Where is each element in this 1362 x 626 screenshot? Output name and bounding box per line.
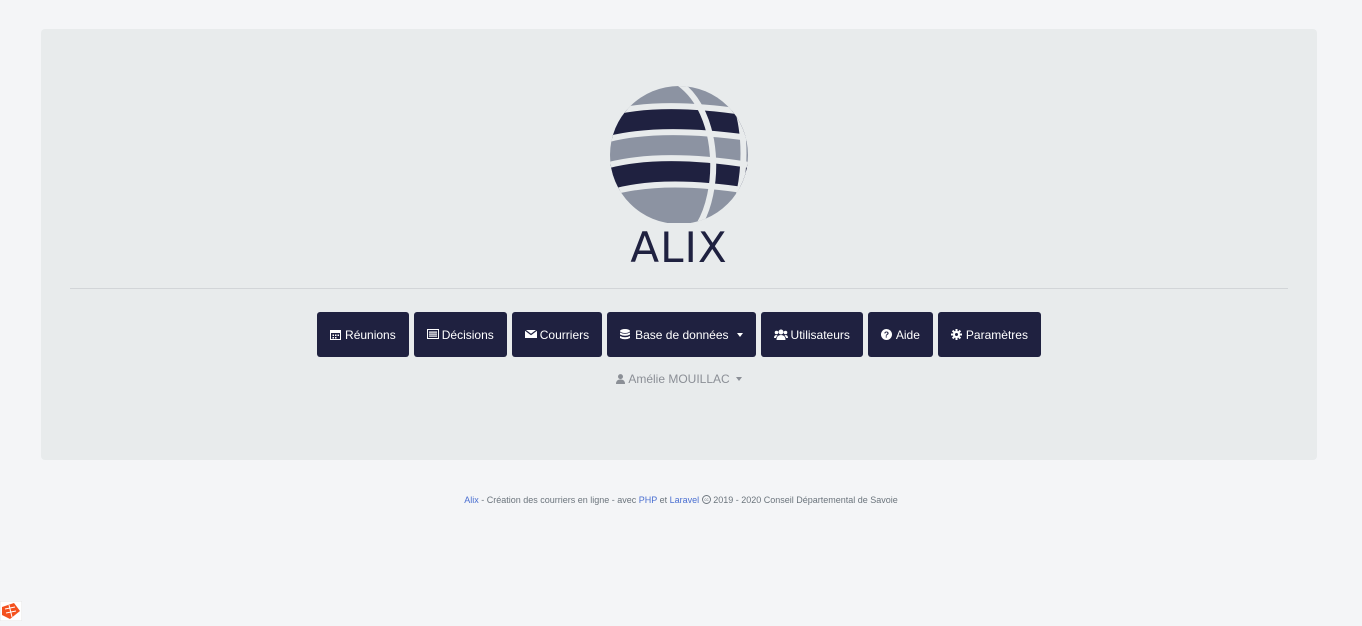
chevron-down-icon — [736, 332, 743, 337]
main-nav: Réunions Décisions Courriers Base de don… — [41, 312, 1317, 357]
reunions-label: Réunions — [345, 327, 396, 342]
question-circle-icon: ? — [880, 329, 893, 340]
chevron-down-icon — [735, 377, 742, 381]
parametres-label: Paramètres — [965, 327, 1028, 342]
footer: Alix - Création des courriers en ligne -… — [0, 495, 1362, 505]
creative-commons-icon: cc — [701, 495, 711, 504]
base-de-donnees-label: Base de données — [635, 327, 729, 342]
divider — [70, 288, 1288, 289]
reunions-button[interactable]: Réunions — [317, 312, 409, 357]
footer-desc: - Création des courriers en ligne - avec — [478, 495, 639, 505]
footer-and: et — [657, 495, 670, 505]
envelope-icon — [524, 329, 537, 340]
aide-label: Aide — [895, 327, 920, 342]
footer-copyright: 2019 - 2020 Conseil Départemental de Sav… — [710, 495, 898, 505]
cog-icon — [950, 329, 963, 340]
utilisateurs-label: Utilisateurs — [790, 327, 850, 342]
jumbotron: ALIX Réunions Décisions Courriers Base d… — [41, 29, 1317, 460]
decisions-button[interactable]: Décisions — [413, 312, 507, 357]
decisions-label: Décisions — [441, 327, 494, 342]
base-de-donnees-dropdown[interactable]: Base de données — [607, 312, 756, 357]
calendar-icon — [330, 329, 342, 340]
alix-link[interactable]: Alix — [464, 495, 479, 505]
list-alt-icon — [426, 329, 439, 340]
user-menu[interactable]: Amélie MOUILLAC — [41, 372, 1317, 386]
users-icon — [773, 329, 788, 340]
utilisateurs-button[interactable]: Utilisateurs — [760, 312, 863, 357]
aide-button[interactable]: ? Aide — [867, 312, 933, 357]
php-link[interactable]: PHP — [639, 495, 657, 505]
debugbar-icon[interactable] — [0, 600, 23, 622]
user-name: Amélie MOUILLAC — [628, 372, 730, 386]
globe-logo-icon — [610, 86, 748, 223]
logo-text: ALIX — [630, 223, 728, 272]
svg-text:?: ? — [884, 330, 889, 340]
courriers-label: Courriers — [539, 327, 590, 342]
database-icon — [620, 329, 632, 340]
user-icon — [616, 373, 626, 384]
svg-text:cc: cc — [704, 497, 708, 502]
parametres-button[interactable]: Paramètres — [937, 312, 1041, 357]
app-logo: ALIX — [609, 83, 749, 273]
laravel-link[interactable]: Laravel — [670, 495, 700, 505]
courriers-button[interactable]: Courriers — [511, 312, 603, 357]
